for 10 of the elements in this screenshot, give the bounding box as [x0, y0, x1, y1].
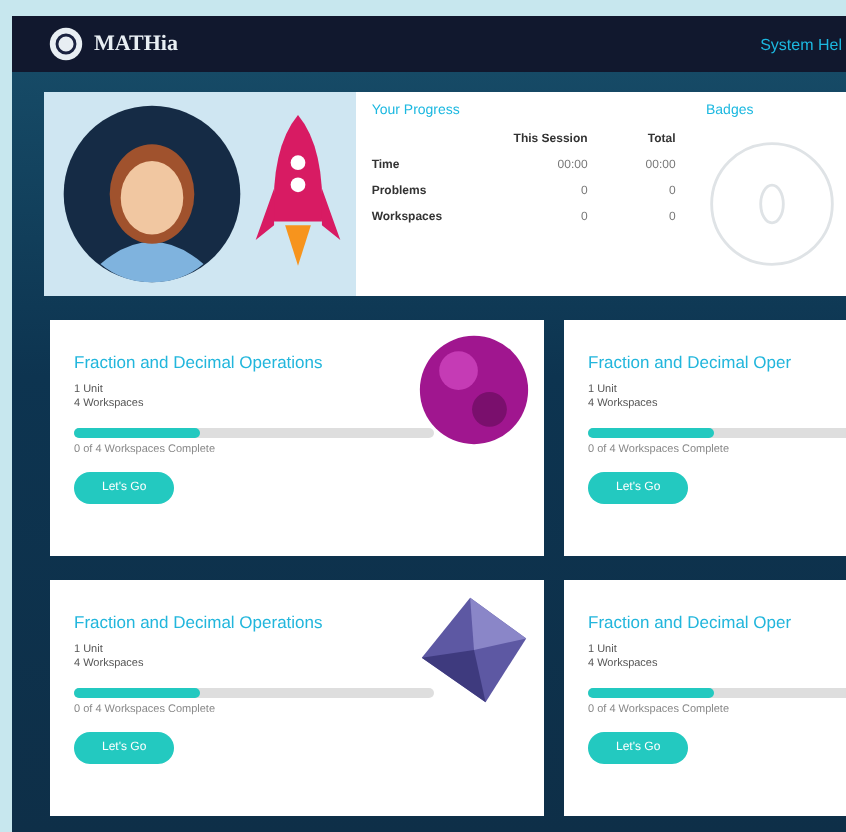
logo-icon	[48, 26, 84, 62]
course-title: Fraction and Decimal Oper	[588, 612, 794, 632]
course-title: Fraction and Decimal Oper	[588, 352, 794, 372]
crystal-drawing	[416, 592, 532, 708]
badge-icon	[706, 138, 838, 270]
planet-drawing	[416, 332, 532, 448]
help-link[interactable]: System Hel	[760, 35, 846, 53]
app-logo-text: MATHia	[94, 32, 178, 56]
course-title: Fraction and Decimal Operations	[74, 612, 325, 632]
course-title: Fraction and Decimal Operations	[74, 352, 325, 372]
